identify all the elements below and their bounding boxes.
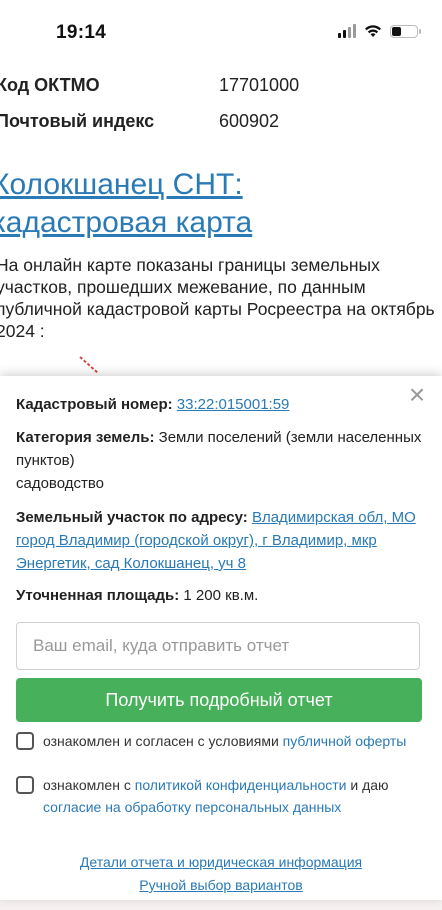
status-bar: 19:14 [0, 0, 442, 64]
battery-icon [390, 24, 421, 38]
map-preview [79, 356, 99, 374]
personal-data-consent-link[interactable]: согласие на обработку персональных данны… [43, 799, 341, 815]
address-field: Земельный участок по адресу: Владимирска… [16, 506, 426, 575]
privacy-consent-mid: и даю [346, 777, 389, 793]
wifi-icon [365, 25, 381, 37]
privacy-consent-text: ознакомлен с политикой конфиденциальност… [43, 774, 423, 818]
area-value: 1 200 кв.м. [183, 587, 259, 604]
area-field: Уточненная площадь: 1 200 кв.м. [16, 584, 426, 607]
offer-consent-checkbox[interactable] [16, 732, 34, 750]
cellular-signal-icon [338, 24, 356, 38]
land-category-field: Категория земель: Земли поселений (земли… [16, 426, 426, 495]
address-label: Земельный участок по адресу: [16, 509, 248, 526]
category-sub: садоводство [16, 475, 105, 492]
privacy-consent-row: ознакомлен с политикой конфиденциальност… [16, 774, 426, 818]
public-offer-link[interactable]: публичной оферты [283, 733, 407, 749]
privacy-consent-checkbox[interactable] [16, 776, 34, 794]
page-title-line2: кадастровая карта [0, 206, 253, 239]
privacy-consent-label: ознакомлен с [43, 777, 135, 793]
manual-selection-link[interactable]: Ручной выбор вариантов [0, 877, 442, 893]
postal-value: 600902 [219, 111, 280, 131]
oktmo-value: 17701000 [219, 75, 300, 95]
page-description: На онлайн карте показаны границы земельн… [0, 255, 435, 341]
cadastral-number-link[interactable]: 33:22:015001:59 [177, 396, 290, 413]
oktmo-label: Код ОКТМО [0, 75, 100, 95]
offer-consent-row: ознакомлен и согласен с условиями публич… [16, 730, 426, 774]
page-title-link[interactable]: Колокшанец СНТ: кадастровая карта [0, 166, 442, 242]
privacy-policy-link[interactable]: политикой конфиденциальности [135, 777, 347, 793]
report-details-link[interactable]: Детали отчета и юридическая информация [0, 854, 442, 870]
status-time: 19:14 [56, 22, 107, 43]
page-title-line1: Колокшанец СНТ: [0, 168, 243, 201]
offer-consent-text: ознакомлен и согласен с условиями публич… [43, 730, 423, 752]
category-label: Категория земель: [16, 429, 155, 446]
email-input[interactable] [16, 622, 420, 670]
status-icons [338, 24, 421, 38]
area-label: Уточненная площадь: [16, 587, 180, 604]
get-report-button[interactable]: Получить подробный отчет [16, 678, 422, 722]
offer-consent-label: ознакомлен и согласен с условиями [43, 733, 283, 749]
cadastral-number-field: Кадастровый номер: 33:22:015001:59 [16, 393, 426, 416]
cadastral-label: Кадастровый номер: [16, 396, 173, 413]
parcel-info-modal: × Кадастровый номер: 33:22:015001:59 Кат… [0, 376, 442, 900]
postal-label: Почтовый индекс [0, 111, 155, 131]
